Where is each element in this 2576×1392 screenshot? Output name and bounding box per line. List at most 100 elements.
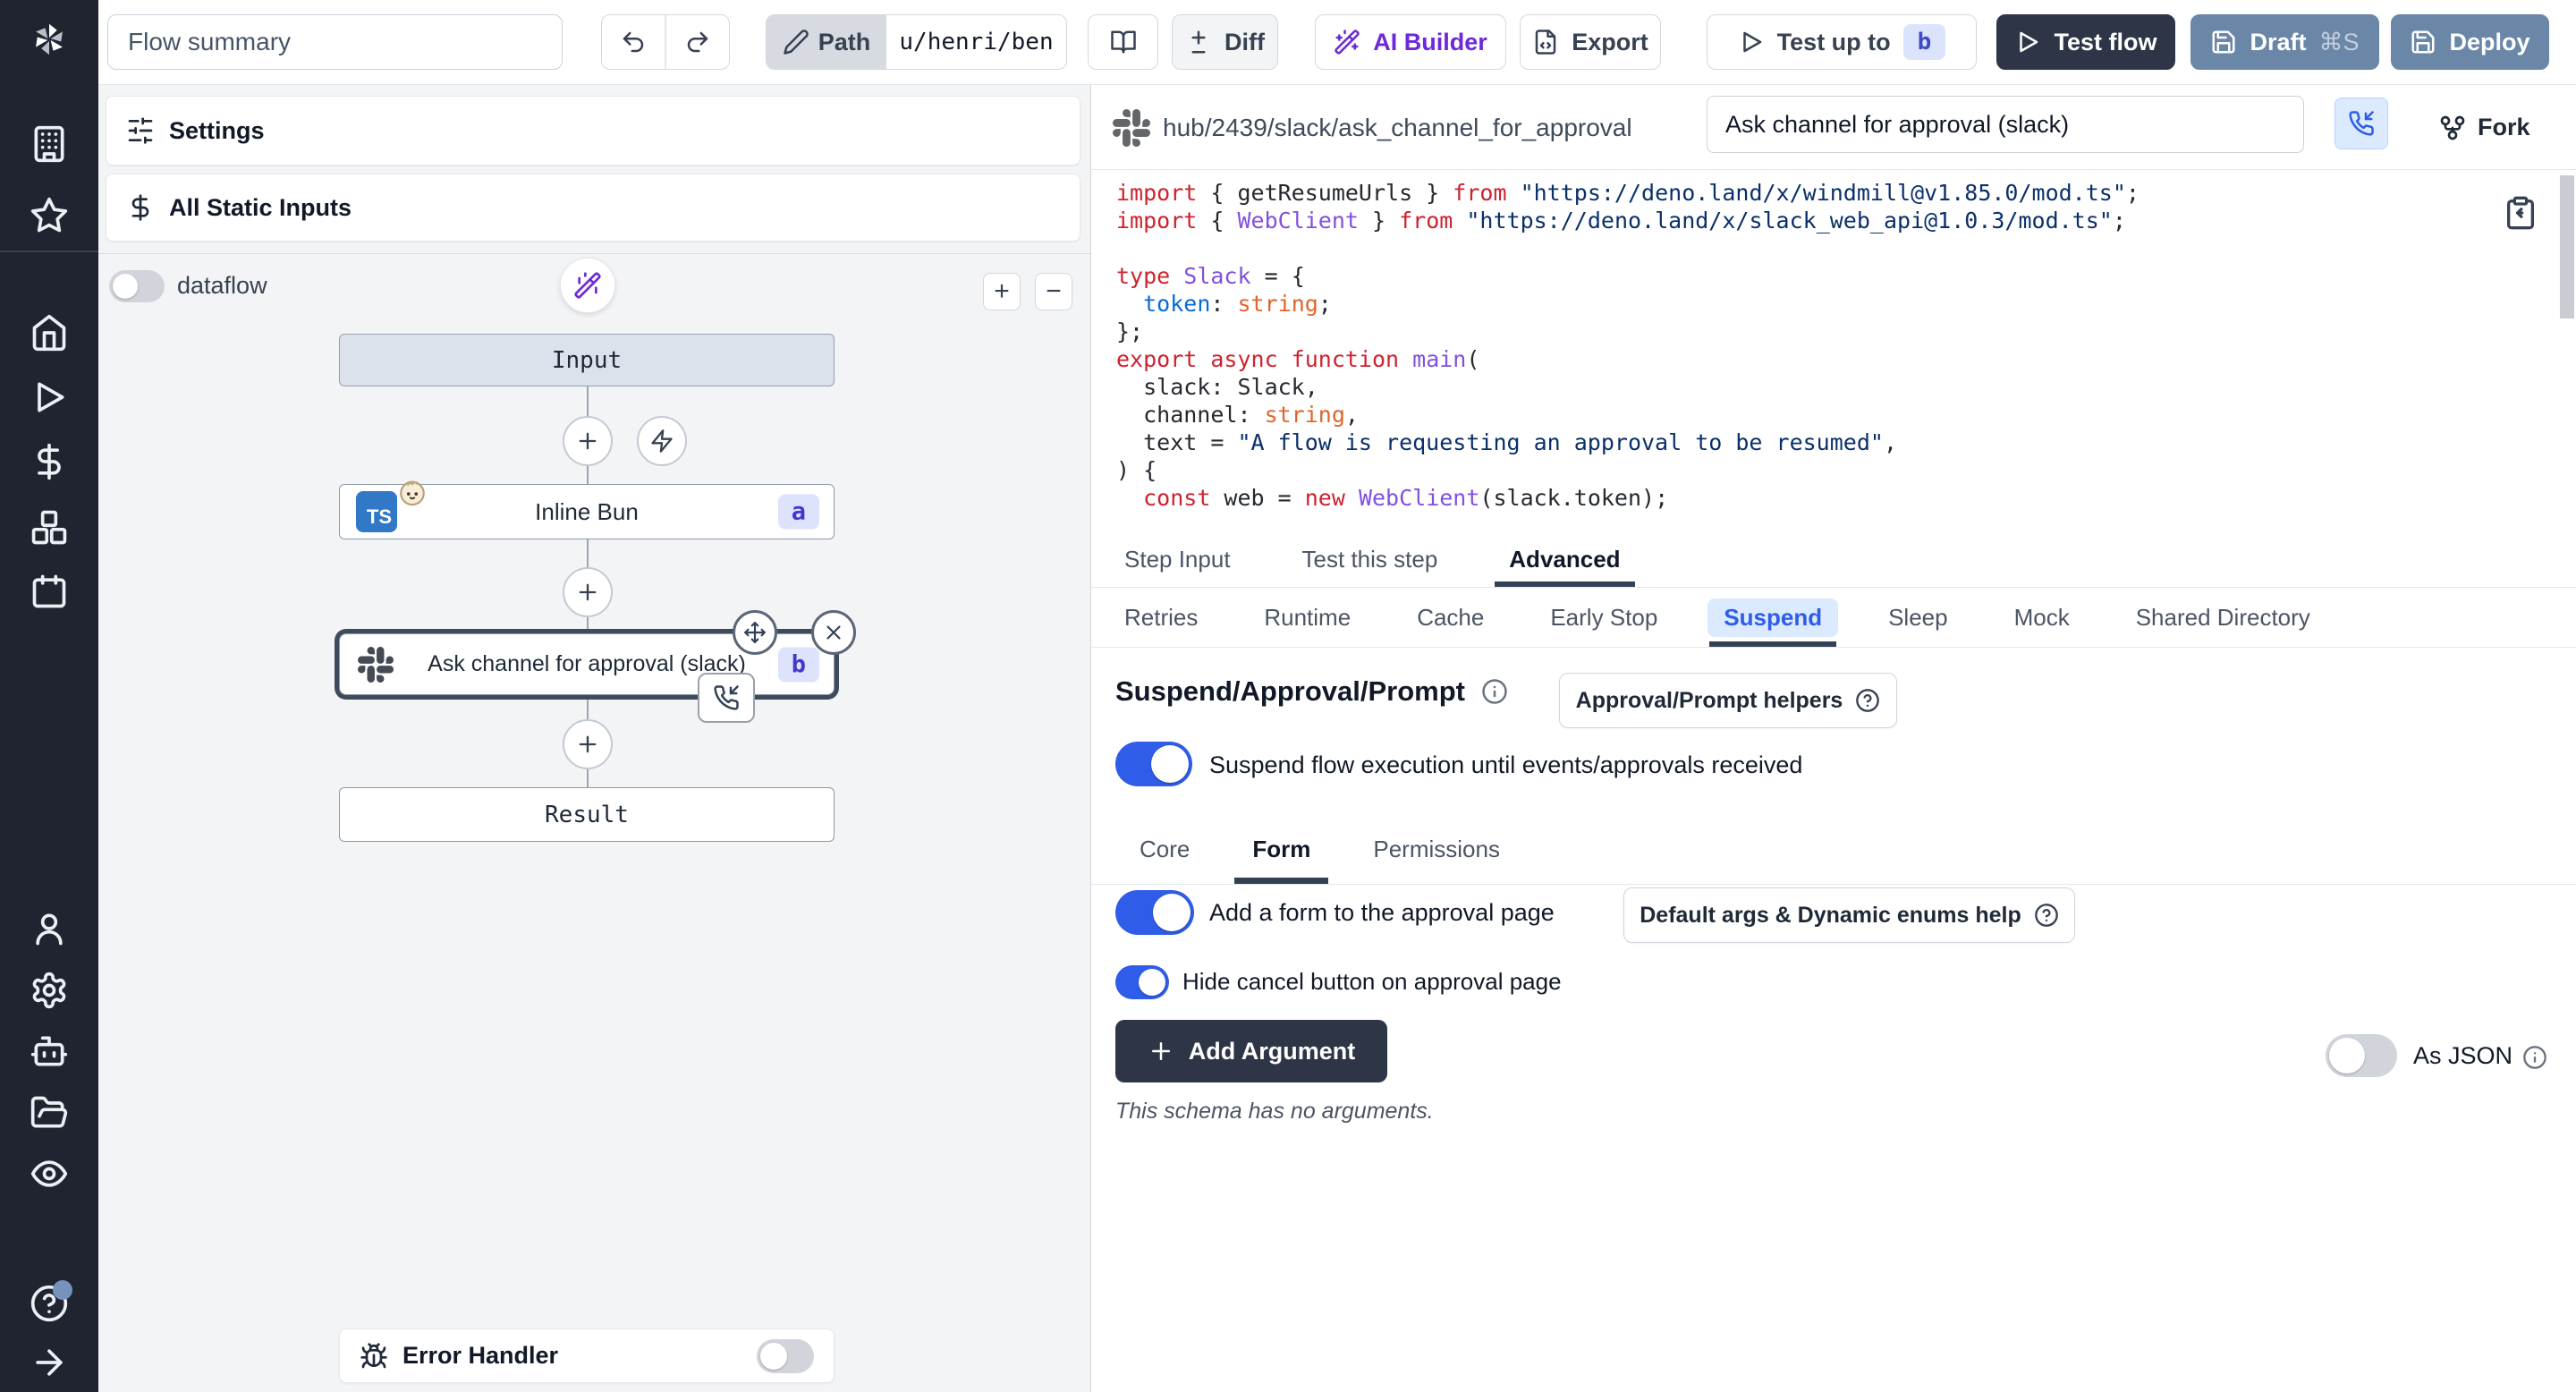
- undo-button[interactable]: [602, 15, 665, 69]
- dollar-icon: [126, 193, 155, 222]
- ai-builder-button[interactable]: AI Builder: [1315, 14, 1506, 70]
- bun-emoji-icon: [397, 477, 428, 507]
- folder-open-icon[interactable]: [30, 1093, 69, 1133]
- docs-button[interactable]: [1088, 14, 1158, 70]
- zoom-out-button[interactable]: −: [1035, 273, 1072, 310]
- test-flow-button[interactable]: Test flow: [1996, 14, 2175, 70]
- as-json-label: As JSON: [2413, 1042, 2512, 1070]
- flow-node-input[interactable]: Input: [339, 334, 835, 386]
- move-icon: [743, 621, 767, 644]
- tab-mock[interactable]: Mock: [2009, 588, 2075, 647]
- draft-label: Draft: [2250, 29, 2306, 56]
- gear-icon[interactable]: [30, 971, 69, 1010]
- deploy-button[interactable]: Deploy: [2391, 14, 2549, 70]
- delete-node-button[interactable]: [811, 610, 856, 655]
- windmill-logo[interactable]: [30, 20, 69, 59]
- flow-summary-input[interactable]: [107, 14, 563, 70]
- ai-wand-button[interactable]: [560, 258, 615, 313]
- add-step-button[interactable]: [563, 567, 613, 617]
- result-node-label: Result: [545, 802, 629, 828]
- help-circle-icon: [1855, 688, 1880, 713]
- tab-shared-directory[interactable]: Shared Directory: [2131, 588, 2316, 647]
- user-icon[interactable]: [30, 909, 69, 948]
- home-icon[interactable]: [30, 313, 69, 352]
- fork-button[interactable]: Fork: [2438, 85, 2530, 170]
- draft-shortcut: ⌘S: [2319, 29, 2360, 56]
- redo-button[interactable]: [666, 15, 729, 69]
- add-form-toggle[interactable]: [1115, 890, 1194, 935]
- tab-core[interactable]: Core: [1134, 814, 1195, 884]
- flow-canvas[interactable]: dataflow + − Input TS Inline Bun a: [98, 253, 1091, 1392]
- tab-advanced[interactable]: Advanced: [1504, 531, 1625, 587]
- boxes-icon[interactable]: [30, 508, 69, 547]
- path-value[interactable]: u/henri/ben: [886, 15, 1066, 69]
- git-fork-icon: [2438, 114, 2467, 142]
- suspend-toggle[interactable]: [1115, 742, 1192, 786]
- plus-icon: [575, 732, 600, 757]
- move-node-handle[interactable]: [733, 610, 777, 655]
- star-icon[interactable]: [30, 196, 69, 235]
- tab-sleep[interactable]: Sleep: [1883, 588, 1953, 647]
- step-header: hub/2439/slack/ask_channel_for_approval …: [1091, 85, 2576, 170]
- tab-runtime[interactable]: Runtime: [1258, 588, 1356, 647]
- tab-label: Suspend: [1707, 598, 1838, 637]
- step-title-input[interactable]: [1707, 96, 2304, 153]
- add-argument-button[interactable]: Add Argument: [1115, 1020, 1387, 1082]
- draft-button[interactable]: Draft ⌘S: [2190, 14, 2379, 70]
- test-up-to-label: Test up to: [1777, 29, 1891, 56]
- add-trigger-button[interactable]: [637, 416, 687, 466]
- info-icon[interactable]: [2522, 1045, 2547, 1070]
- fork-label: Fork: [2478, 114, 2530, 141]
- ts-icon-label: TS: [367, 505, 392, 529]
- wand-sparkles-icon: [573, 271, 602, 300]
- slack-icon: [358, 647, 394, 683]
- zoom-in-button[interactable]: +: [983, 273, 1021, 310]
- approval-helpers-button[interactable]: Approval/Prompt helpers: [1559, 673, 1897, 728]
- as-json-toggle[interactable]: [2326, 1034, 2397, 1077]
- play-icon[interactable]: [30, 378, 69, 417]
- plus-icon: [575, 429, 600, 454]
- path-group: Path u/henri/ben: [766, 14, 1067, 70]
- tab-early-stop[interactable]: Early Stop: [1545, 588, 1663, 647]
- flow-settings-button[interactable]: Settings: [106, 96, 1080, 166]
- hide-cancel-toggle[interactable]: [1115, 965, 1169, 999]
- bot-icon[interactable]: [30, 1031, 69, 1071]
- slack-icon: [1113, 109, 1150, 147]
- flow-node-result[interactable]: Result: [339, 787, 835, 842]
- plus-icon: [1148, 1038, 1174, 1065]
- clipboard-copy-icon[interactable]: [2503, 195, 2538, 231]
- default-args-help-button[interactable]: Default args & Dynamic enums help: [1623, 887, 2075, 943]
- flow-edge: [587, 768, 589, 787]
- tab-suspend[interactable]: Suspend: [1718, 588, 1827, 647]
- suspend-indicator-button[interactable]: [2334, 98, 2388, 149]
- building-icon[interactable]: [30, 124, 69, 164]
- tab-cache[interactable]: Cache: [1411, 588, 1489, 647]
- flow-edge: [587, 539, 589, 568]
- all-static-inputs-button[interactable]: All Static Inputs: [106, 174, 1080, 242]
- calendar-icon[interactable]: [30, 572, 69, 611]
- add-step-button[interactable]: [563, 416, 613, 466]
- tab-permissions[interactable]: Permissions: [1368, 814, 1505, 884]
- dollar-icon[interactable]: [30, 442, 69, 481]
- hub-script-path[interactable]: hub/2439/slack/ask_channel_for_approval: [1163, 85, 1632, 170]
- add-step-button[interactable]: [563, 719, 613, 769]
- error-handler-card[interactable]: Error Handler: [339, 1328, 835, 1383]
- tab-form[interactable]: Form: [1247, 814, 1316, 884]
- test-up-to-button[interactable]: Test up to b: [1707, 14, 1977, 70]
- code-scrollbar[interactable]: [2560, 175, 2574, 318]
- tab-test-this-step[interactable]: Test this step: [1297, 531, 1444, 587]
- eye-icon[interactable]: [30, 1154, 69, 1193]
- code-editor[interactable]: import { getResumeUrls } from "https://d…: [1091, 170, 2576, 531]
- tab-step-input[interactable]: Step Input: [1119, 531, 1236, 587]
- export-button[interactable]: Export: [1520, 14, 1661, 70]
- tab-label: Permissions: [1373, 836, 1500, 863]
- flow-node-inline-bun[interactable]: TS Inline Bun a: [339, 484, 835, 539]
- info-icon[interactable]: [1481, 678, 1508, 705]
- diff-button[interactable]: Diff: [1172, 14, 1278, 70]
- dataflow-toggle[interactable]: [109, 270, 165, 302]
- arrow-right-icon[interactable]: [30, 1343, 69, 1382]
- help-circle-icon[interactable]: [30, 1284, 69, 1323]
- error-handler-toggle[interactable]: [757, 1339, 814, 1373]
- tab-retries[interactable]: Retries: [1119, 588, 1203, 647]
- path-button[interactable]: Path: [767, 15, 886, 69]
